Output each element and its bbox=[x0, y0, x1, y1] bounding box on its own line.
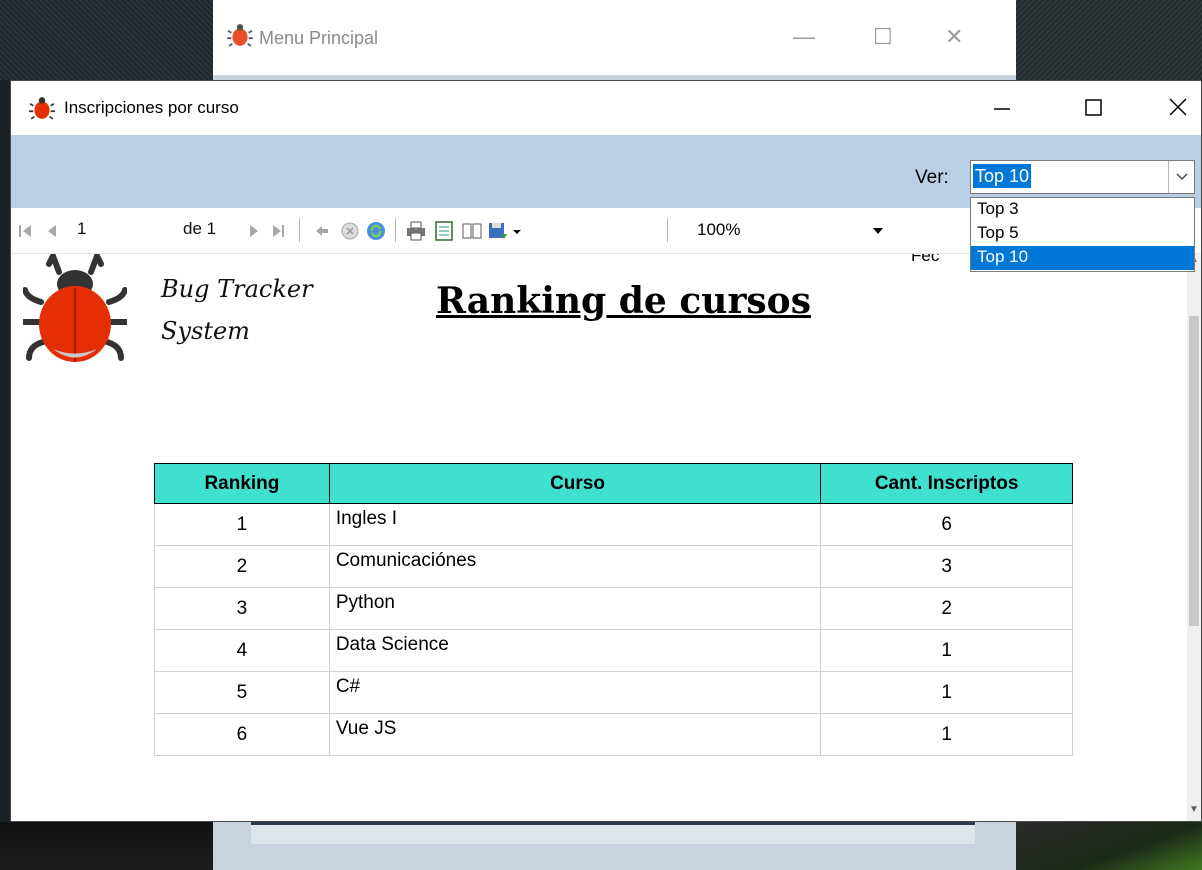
desktop-background bbox=[1016, 0, 1202, 80]
cell-cant: 1 bbox=[820, 629, 1073, 672]
brand-line-1: Bug Tracker bbox=[161, 275, 313, 303]
bug-logo-icon bbox=[23, 254, 127, 362]
brand-name: Bug Tracker System bbox=[161, 268, 313, 352]
chevron-down-icon bbox=[1176, 173, 1187, 180]
desktop-background bbox=[0, 822, 213, 870]
page-setup-icon[interactable] bbox=[461, 220, 483, 242]
dropdown-option-top5[interactable]: Top 5 bbox=[971, 222, 1194, 246]
export-icon[interactable] bbox=[487, 220, 509, 242]
report-canvas: Bug Tracker System Ranking de cursos Fec… bbox=[11, 254, 1187, 821]
cell-curso: C# bbox=[328, 671, 822, 714]
bg-close-button[interactable]: ✕ bbox=[945, 24, 963, 50]
report-title: Ranking de cursos bbox=[436, 280, 811, 322]
bg-minimize-button[interactable]: — bbox=[793, 24, 815, 50]
table-row: 6 Vue JS 1 bbox=[154, 713, 1073, 756]
maximize-button[interactable] bbox=[1071, 89, 1117, 125]
background-titlebar[interactable]: Menu Principal — ☐ ✕ bbox=[213, 0, 1016, 76]
scroll-down-icon[interactable]: ▼ bbox=[1189, 804, 1199, 815]
first-page-icon[interactable] bbox=[15, 220, 37, 242]
desktop-background bbox=[0, 0, 213, 80]
ranking-table: Ranking Curso Cant. Inscriptos 1 Ingles … bbox=[154, 463, 1073, 756]
desktop-background bbox=[1016, 822, 1202, 870]
top-filter-select[interactable]: Top 10 bbox=[970, 160, 1195, 194]
select-arrow[interactable] bbox=[1168, 161, 1194, 193]
column-header-curso: Curso bbox=[328, 463, 822, 504]
toolbar-separator bbox=[395, 218, 396, 242]
toolbar-separator bbox=[667, 218, 668, 242]
cell-ranking: 6 bbox=[154, 713, 330, 756]
cell-ranking: 1 bbox=[154, 503, 330, 546]
cell-ranking: 4 bbox=[154, 629, 330, 672]
minimize-button[interactable] bbox=[979, 89, 1025, 125]
minimize-icon bbox=[994, 108, 1010, 110]
background-window-footer bbox=[251, 822, 975, 844]
refresh-icon[interactable] bbox=[365, 220, 387, 242]
cell-curso: Python bbox=[328, 587, 822, 630]
print-layout-icon[interactable] bbox=[433, 220, 455, 242]
zoom-select[interactable]: 100% bbox=[685, 216, 890, 246]
cell-cant: 1 bbox=[820, 713, 1073, 756]
table-row: 2 Comunicaciónes 3 bbox=[154, 545, 1073, 588]
dropdown-option-top3[interactable]: Top 3 bbox=[971, 198, 1194, 222]
scrollbar-thumb[interactable] bbox=[1189, 316, 1199, 626]
vertical-scrollbar[interactable]: ▲ ▼ bbox=[1187, 254, 1201, 821]
table-row: 1 Ingles I 6 bbox=[154, 503, 1073, 546]
select-value: Top 10 bbox=[973, 164, 1032, 188]
brand-line-2: System bbox=[161, 317, 250, 345]
cell-curso: Ingles I bbox=[328, 503, 822, 546]
table-row: 3 Python 2 bbox=[154, 587, 1073, 630]
cell-cant: 3 bbox=[820, 545, 1073, 588]
stop-icon[interactable] bbox=[339, 220, 361, 242]
back-icon[interactable] bbox=[311, 220, 333, 242]
bug-icon bbox=[227, 24, 253, 47]
last-page-icon[interactable] bbox=[267, 220, 289, 242]
background-window-title: Menu Principal bbox=[259, 28, 379, 48]
cell-cant: 6 bbox=[820, 503, 1073, 546]
table-header-row: Ranking Curso Cant. Inscriptos bbox=[154, 463, 1073, 504]
maximize-icon bbox=[1085, 99, 1102, 116]
cell-cant: 2 bbox=[820, 587, 1073, 630]
filter-label: Ver: bbox=[915, 167, 949, 188]
chevron-down-icon[interactable] bbox=[511, 220, 523, 242]
report-window: Inscripciones por curso Ver: Top 10 Top … bbox=[10, 80, 1202, 822]
date-label: Fec bbox=[911, 254, 940, 265]
toolbar-separator bbox=[299, 218, 300, 242]
chevron-down-icon bbox=[873, 228, 883, 234]
window-titlebar[interactable]: Inscripciones por curso bbox=[11, 81, 1201, 135]
zoom-value: 100% bbox=[697, 220, 741, 239]
column-header-ranking: Ranking bbox=[154, 463, 330, 504]
cell-curso: Comunicaciónes bbox=[328, 545, 822, 588]
cell-cant: 1 bbox=[820, 671, 1073, 714]
cell-ranking: 5 bbox=[154, 671, 330, 714]
window-title: Inscripciones por curso bbox=[64, 98, 239, 117]
next-page-icon[interactable] bbox=[243, 220, 265, 242]
print-icon[interactable] bbox=[405, 220, 427, 242]
page-number-input[interactable]: 1 bbox=[77, 219, 86, 239]
prev-page-icon[interactable] bbox=[41, 220, 63, 242]
cell-curso: Vue JS bbox=[328, 713, 822, 756]
bug-icon bbox=[29, 97, 55, 120]
cell-ranking: 2 bbox=[154, 545, 330, 588]
close-button[interactable] bbox=[1155, 89, 1201, 125]
table-row: 4 Data Science 1 bbox=[154, 629, 1073, 672]
column-header-cant-inscriptos: Cant. Inscriptos bbox=[820, 463, 1073, 504]
page-count-label: de 1 bbox=[183, 219, 217, 238]
dropdown-option-top10[interactable]: Top 10 bbox=[971, 246, 1194, 270]
filter-dropdown-list: Top 3 Top 5 Top 10 bbox=[970, 197, 1195, 272]
close-icon bbox=[1169, 98, 1187, 116]
cell-curso: Data Science bbox=[328, 629, 822, 672]
cell-ranking: 3 bbox=[154, 587, 330, 630]
table-row: 5 C# 1 bbox=[154, 671, 1073, 714]
bg-maximize-button[interactable]: ☐ bbox=[873, 24, 893, 50]
